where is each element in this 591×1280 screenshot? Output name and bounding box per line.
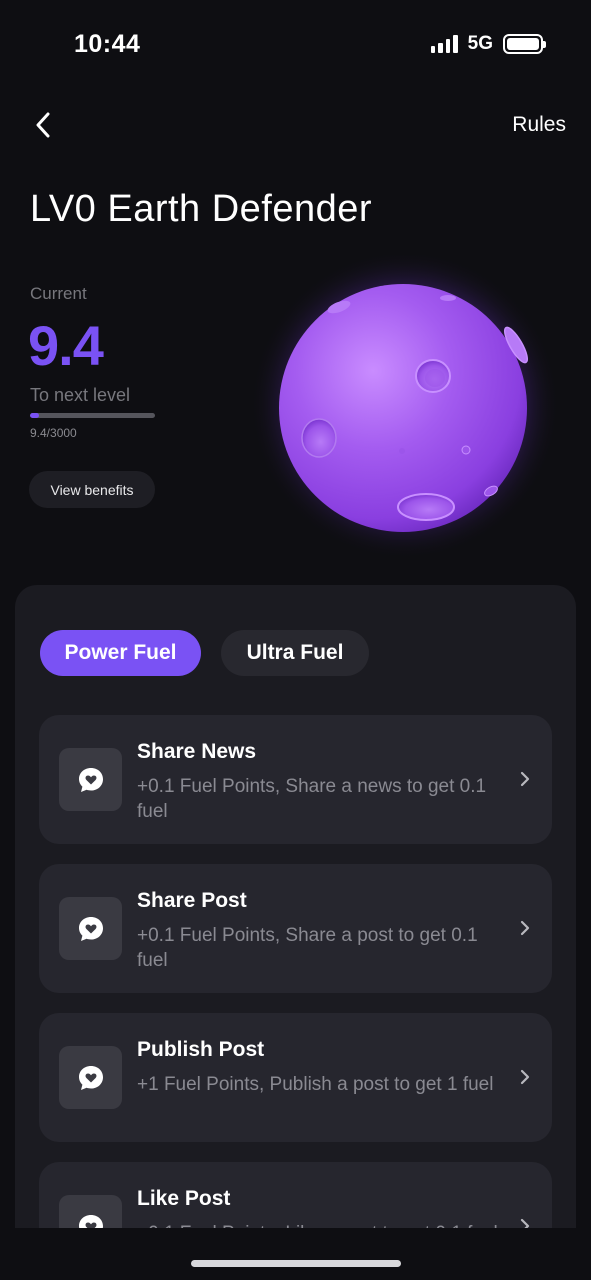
fuel-task-panel: Power Fuel Ultra Fuel Share News +0.1 Fu… (15, 585, 576, 1230)
task-description: +1 Fuel Points, Publish a post to get 1 … (137, 1074, 494, 1095)
heart-chat-icon (78, 916, 103, 941)
level-progress-fill (30, 413, 39, 418)
chevron-left-icon (36, 112, 50, 138)
rules-link[interactable]: Rules (512, 113, 566, 137)
top-nav: Rules (0, 100, 591, 150)
level-progress-bar (30, 413, 155, 418)
current-label: Current (30, 284, 87, 303)
task-share-post[interactable]: Share Post +0.1 Fuel Points, Share a pos… (39, 864, 552, 993)
task-description: +0.1 Fuel Points, Share a news to get 0.… (137, 776, 487, 822)
next-level-label: To next level (30, 385, 131, 405)
home-indicator[interactable] (191, 1260, 401, 1267)
task-like-post[interactable]: Like Post +0.1 Fuel Points, Like a post … (39, 1162, 552, 1230)
task-title: Publish Post (137, 1038, 265, 1061)
home-indicator-area (0, 1228, 591, 1280)
task-title: Share Post (137, 889, 247, 912)
planet-illustration (250, 250, 560, 565)
chevron-right-icon (518, 770, 532, 788)
heart-chat-icon (78, 767, 103, 792)
task-icon-box (59, 1195, 122, 1230)
planet-icon (250, 250, 560, 560)
task-title: Share News (137, 740, 257, 763)
task-icon-box (59, 897, 122, 960)
status-bar: 10:44 5G (0, 0, 591, 90)
task-share-news[interactable]: Share News +0.1 Fuel Points, Share a new… (39, 715, 552, 844)
chevron-right-icon (518, 919, 532, 937)
status-icons: 5G (430, 33, 546, 55)
signal-icon (430, 35, 458, 53)
heart-chat-icon (78, 1065, 103, 1090)
fuel-tabs: Power Fuel Ultra Fuel (40, 630, 369, 676)
status-time: 10:44 (74, 30, 141, 58)
view-benefits-button[interactable]: View benefits (29, 471, 155, 508)
task-publish-post[interactable]: Publish Post +1 Fuel Points, Publish a p… (39, 1013, 552, 1142)
tab-power-fuel[interactable]: Power Fuel (40, 630, 201, 676)
network-label: 5G (467, 33, 493, 54)
tab-ultra-fuel[interactable]: Ultra Fuel (221, 630, 369, 676)
chevron-right-icon (518, 1068, 532, 1086)
progress-text: 9.4/3000 (30, 426, 77, 440)
task-icon-box (59, 748, 122, 811)
back-button[interactable] (26, 108, 60, 142)
task-description: +0.1 Fuel Points, Share a post to get 0.… (137, 925, 478, 971)
battery-icon (503, 34, 546, 54)
current-value: 9.4 (28, 314, 104, 377)
task-title: Like Post (137, 1187, 231, 1210)
task-icon-box (59, 1046, 122, 1109)
level-title: LV0 Earth Defender (30, 188, 373, 230)
